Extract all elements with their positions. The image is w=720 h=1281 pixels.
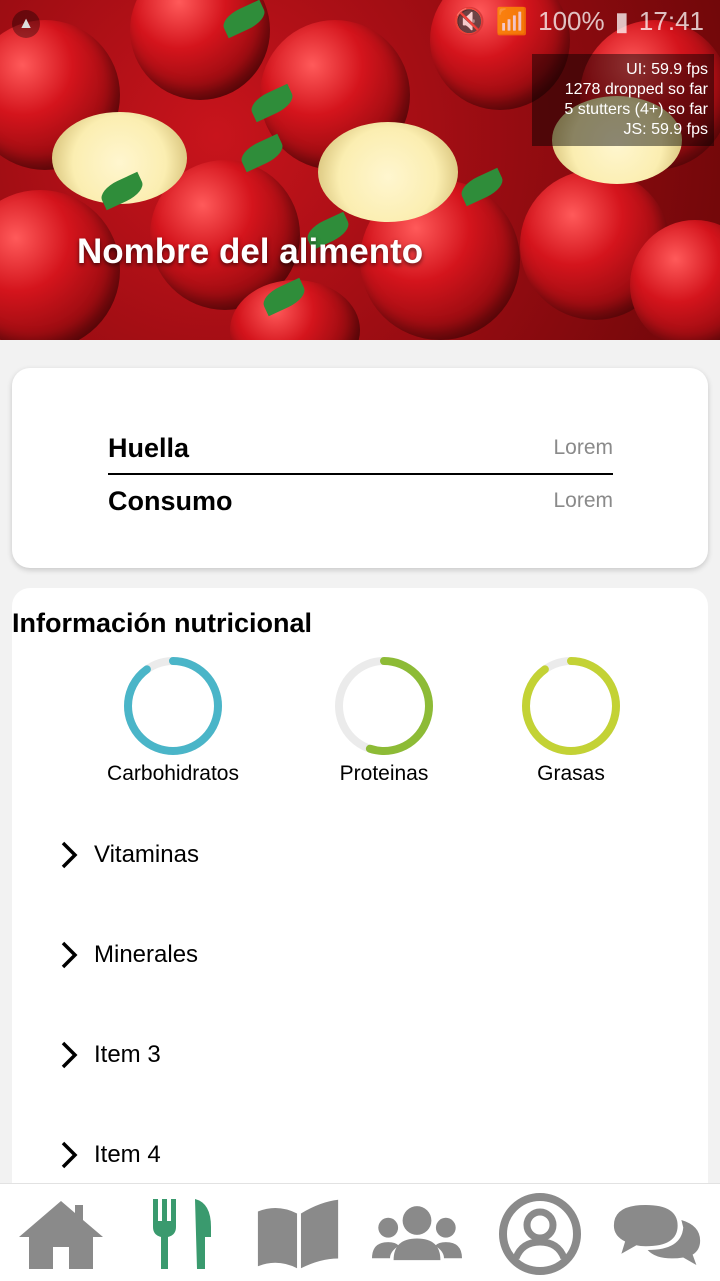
clock: 17:41	[638, 6, 704, 36]
accordion-item-3[interactable]: Item 3	[60, 1040, 161, 1070]
accordion-item-4[interactable]: Item 4	[60, 1140, 161, 1170]
nutrition-card: Información nutricional Carbohidratos Pr…	[12, 588, 708, 1188]
fork-knife-icon	[153, 1199, 211, 1269]
home-icon	[19, 1201, 103, 1269]
nav-chat[interactable]	[612, 1194, 702, 1274]
summary-row-consumo: Consumo Lorem	[108, 476, 613, 526]
chevron-right-icon	[61, 941, 78, 969]
users-icon	[372, 1206, 462, 1261]
ring-carbohidratos[interactable]: Carbohidratos	[83, 654, 263, 786]
status-bar: 🔇 📶 100% ▮ 17:41	[453, 6, 704, 37]
bottom-nav	[0, 1183, 720, 1281]
food-name-title: Nombre del alimento	[77, 232, 424, 271]
ring-label: Grasas	[537, 762, 605, 785]
ring-label: Carbohidratos	[107, 762, 239, 785]
battery-level: 100%	[538, 6, 605, 36]
app-badge-icon: ▲	[12, 10, 40, 38]
ring-chart	[335, 657, 433, 755]
ring-label: Proteinas	[339, 762, 429, 785]
mute-icon: 🔇	[453, 6, 486, 36]
chevron-right-icon	[61, 1041, 78, 1069]
accordion-label: Minerales	[94, 941, 199, 968]
accordion-minerales[interactable]: Minerales	[60, 940, 198, 970]
ring-chart	[124, 657, 222, 755]
battery-icon: ▮	[614, 6, 629, 36]
nav-profile[interactable]	[495, 1193, 585, 1275]
accordion-label: Item 4	[94, 1141, 161, 1168]
wifi-icon: 📶	[495, 6, 529, 36]
ring-grasas[interactable]: Grasas	[481, 654, 661, 786]
chat-icon	[613, 1204, 701, 1265]
nav-community[interactable]	[372, 1194, 462, 1274]
summary-label: Consumo	[108, 485, 233, 516]
accordion-label: Vitaminas	[94, 841, 199, 868]
nav-food[interactable]	[136, 1194, 226, 1274]
ring-proteinas[interactable]: Proteinas	[294, 654, 474, 786]
perf-ui-fps: UI: 59.9 fps	[626, 61, 708, 78]
hero-image: ▲ 🔇 📶 100% ▮ 17:41 UI: 59.9 fps 1278 dro…	[0, 0, 720, 340]
summary-value: Lorem	[553, 436, 613, 459]
perf-js-fps: JS: 59.9 fps	[623, 121, 709, 138]
ring-chart	[522, 657, 620, 755]
book-icon	[257, 1199, 339, 1269]
summary-value: Lorem	[553, 489, 613, 512]
footprint-card: Huella Lorem Consumo Lorem	[12, 368, 708, 568]
chevron-right-icon	[61, 841, 78, 869]
perf-stutters: 5 stutters (4+) so far	[564, 101, 708, 118]
nav-library[interactable]	[254, 1194, 344, 1274]
summary-row-huella: Huella Lorem	[108, 423, 613, 475]
summary-label: Huella	[108, 432, 190, 463]
nutrition-title: Información nutricional	[12, 608, 313, 638]
accordion-label: Item 3	[94, 1041, 161, 1068]
perf-monitor: UI: 59.9 fps 1278 dropped so far 5 stutt…	[532, 54, 714, 146]
profile-icon	[499, 1193, 581, 1275]
perf-dropped: 1278 dropped so far	[564, 81, 708, 98]
accordion-vitaminas[interactable]: Vitaminas	[60, 840, 199, 870]
nav-home[interactable]	[16, 1194, 106, 1274]
chevron-right-icon	[61, 1141, 78, 1169]
